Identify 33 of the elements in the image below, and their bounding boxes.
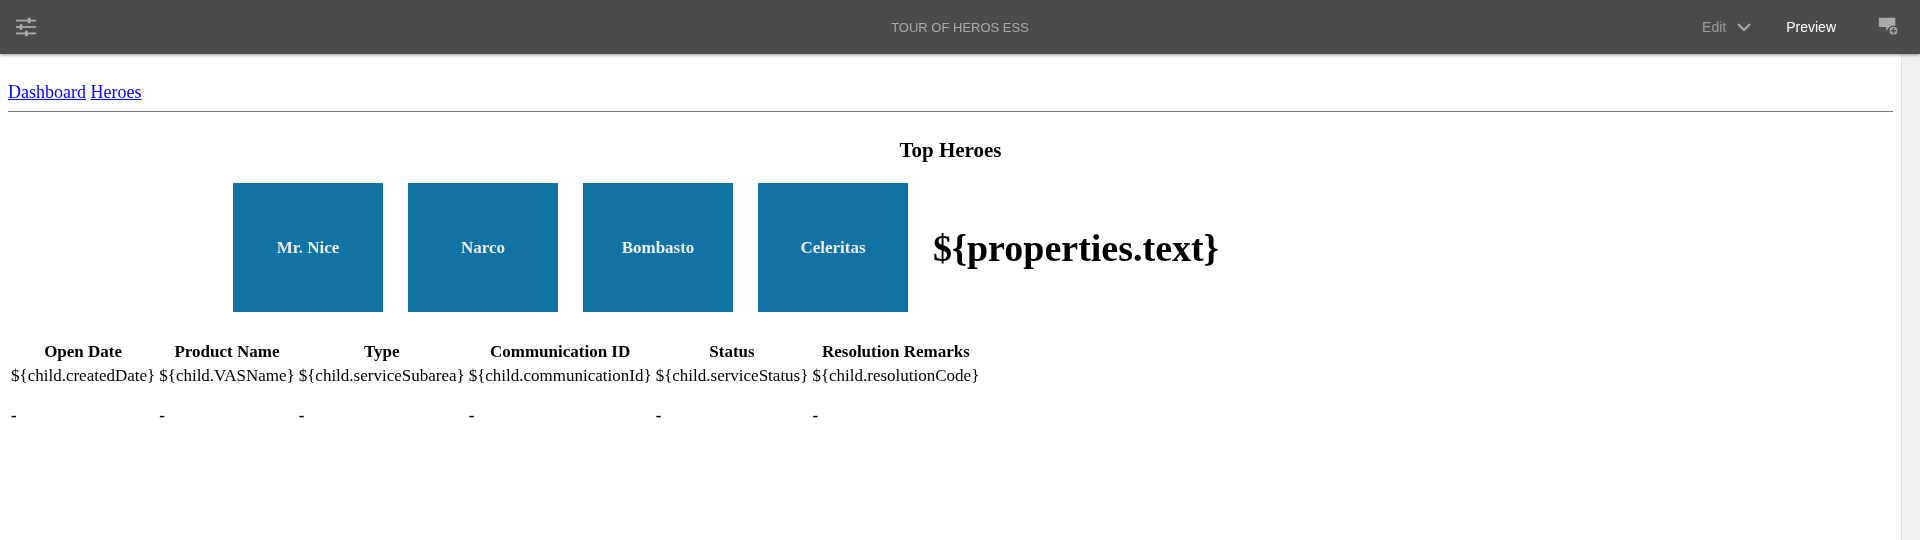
sliders-icon[interactable] bbox=[13, 16, 39, 38]
table-cell: ${child.resolutionCode} bbox=[812, 366, 980, 385]
hero-tile[interactable]: Bombasto bbox=[583, 183, 733, 312]
preview-button[interactable]: Preview bbox=[1780, 19, 1842, 35]
table-cell: ${child.serviceStatus} bbox=[655, 366, 809, 385]
table-cell: - bbox=[298, 406, 305, 425]
nav-link[interactable]: Dashboard bbox=[8, 82, 86, 102]
table-cell: - bbox=[468, 406, 475, 425]
column-header: Communication ID bbox=[489, 342, 632, 362]
chevron-down-icon bbox=[1736, 22, 1753, 32]
column-header: Type bbox=[362, 342, 401, 362]
edit-dropdown[interactable]: Edit bbox=[1696, 19, 1759, 35]
hero-tile[interactable]: Narco bbox=[408, 183, 558, 312]
table-cell: - bbox=[159, 406, 165, 425]
table-cell: - bbox=[812, 406, 819, 425]
table-cell: - bbox=[11, 406, 17, 425]
nav-link[interactable]: Heroes bbox=[90, 82, 142, 102]
column-header: Status bbox=[708, 342, 756, 362]
comment-add-icon[interactable] bbox=[1876, 16, 1900, 38]
table-cell: ${child.communicationId} bbox=[468, 366, 652, 385]
hero-tile[interactable]: Mr. Nice bbox=[233, 183, 383, 312]
table-cell: ${child.createdDate} bbox=[11, 366, 156, 385]
hero-tile[interactable]: Celeritas bbox=[758, 183, 908, 312]
section-heading: Top Heroes bbox=[898, 138, 1003, 163]
table-cell: - bbox=[655, 406, 662, 425]
column-header: Product Name bbox=[173, 342, 281, 362]
table-cell: ${child.VASName} bbox=[159, 366, 295, 385]
placeholder-heading: ${properties.text} bbox=[933, 225, 1219, 270]
app-title: TOUR OF HEROS ESS bbox=[891, 19, 1029, 35]
scrollbar[interactable] bbox=[1901, 54, 1920, 540]
column-header: Open Date bbox=[43, 342, 124, 362]
table-cell: ${child.serviceSubarea} bbox=[298, 366, 465, 385]
column-header: Resolution Remarks bbox=[820, 342, 971, 362]
